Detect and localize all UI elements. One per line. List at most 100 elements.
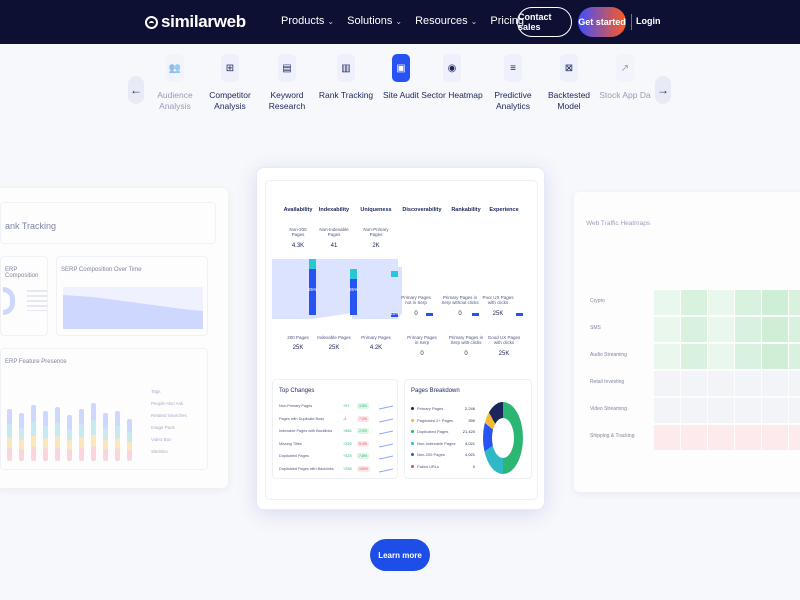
login-link[interactable]: Login (636, 16, 661, 26)
heatmap-cell (762, 371, 788, 396)
heatmap-cell (681, 398, 707, 423)
sparkline-icon (379, 428, 393, 435)
feature-bar (103, 413, 108, 461)
menu-label: Resources (415, 15, 468, 27)
nav-divider (631, 14, 632, 30)
heatmap-cell (789, 317, 800, 342)
breakdown-name: Duplicated Pages (417, 429, 449, 434)
feature-tag: Tags (151, 389, 161, 394)
heatmap-cell (789, 425, 800, 450)
breakdown-name: Failed URLs (417, 463, 440, 469)
audit-bottom-label: Primary Pages in Serp (407, 335, 437, 346)
heatmap-cell (681, 371, 707, 396)
heatmap-cell (735, 290, 761, 315)
serp-composition-title: ERP Composition (5, 267, 39, 279)
tool-tab-8[interactable]: ↗ Stock App Da (590, 50, 660, 101)
model-icon: ⊠ (560, 54, 578, 82)
audit-column-header: Indexability (318, 207, 350, 213)
logo-text: similarweb (161, 12, 246, 31)
breakdown-dot (411, 441, 414, 445)
audit-bottom-label: Indexable Pages (317, 335, 351, 340)
audit-bottom-label: Primary Pages (361, 335, 391, 340)
breakdown-dot (411, 453, 414, 456)
heatmap-title: Web Traffic Heatmaps (586, 220, 651, 227)
heatmap-row-label: Shipping & Tracking (590, 433, 635, 439)
feature-tag: People Also Ask (151, 401, 184, 406)
audit-bottom-value: 4.2K (369, 345, 383, 351)
audit-bottom-value: 25K (292, 345, 304, 351)
top-change-name: Duplicated Pages with Backlinks (279, 466, 334, 471)
breakdown-value: 0 (472, 463, 475, 469)
feature-tag: Video Box (151, 437, 172, 442)
site-audit-preview: Availability Indexability Uniqueness Discov… (256, 167, 545, 510)
heatmap-cell (681, 425, 707, 450)
audit-mid-value: 25K (492, 311, 504, 317)
breakdown-value: 21,420 (462, 429, 475, 434)
tool-label: Site Audit (383, 90, 419, 100)
get-started-button[interactable]: Get started (578, 7, 626, 37)
heatmap-cell (708, 317, 734, 342)
audit-bottom-value: 25K (328, 345, 340, 351)
top-change-delta: +325 (343, 454, 352, 458)
feature-bar (43, 411, 48, 461)
heatmap-cell (762, 317, 788, 342)
heatmap-cell (735, 425, 761, 450)
tool-label: Sector Heatmap (421, 90, 483, 100)
feature-bar (7, 409, 12, 461)
top-change-badge: 100% (357, 465, 370, 472)
menu-item-resources[interactable]: Resources ⌄ (415, 15, 477, 27)
rank-tracking-title: ank Tracking (5, 221, 57, 231)
top-change-delta: -4 (343, 416, 347, 421)
heatmap-row-label: Retail Investing (590, 379, 625, 385)
heatmap-cell (654, 398, 680, 423)
funnel-bar-label: 85% (348, 287, 358, 292)
rank-tracking-preview: ank Tracking ERP Composition SERP Compos… (0, 188, 228, 488)
heatmap-cell (735, 371, 761, 396)
tool-tab-5[interactable]: ◉ Sector Heatmap (417, 50, 487, 101)
audit-top-label: Non-Indexable Pages (319, 227, 349, 238)
breakdown-value: 4,021 (464, 440, 475, 446)
tool-carousel: 👥 Audience Analysis ⊞ Competitor Analysis ▤ K… (148, 50, 653, 120)
tool-label: Competitor Analysis (209, 90, 251, 111)
heatmap-row-label: Video Streaming (590, 406, 627, 412)
people-icon: 👥 (166, 54, 184, 82)
similarweb-logo[interactable]: similarweb (145, 12, 246, 32)
top-change-delta: +684 (343, 429, 352, 433)
heatmap-cell (735, 344, 761, 369)
sparkline-icon (379, 416, 393, 422)
heatmap-cell (681, 317, 707, 342)
heatmap-cell (789, 371, 800, 396)
top-change-delta: +326 (343, 441, 352, 446)
heatmap-cell (762, 425, 788, 450)
contact-sales-button[interactable]: Contact sales (517, 7, 572, 37)
heatmap-cell (735, 317, 761, 342)
heatmap-cell (654, 317, 680, 342)
feature-bar (19, 413, 24, 461)
heatmap-preview: Web Traffic Heatmaps Crypto SMS Audio Stre… (574, 192, 800, 492)
serp-over-time-title: SERP Composition Over Time (61, 267, 142, 273)
audit-mid-label: Poor UX Pages with clicks (482, 295, 514, 306)
tool-label: Keyword Research (268, 90, 306, 111)
heatmap-cell (708, 290, 734, 315)
audit-top-label: Non-200 Pages (289, 227, 307, 238)
menu-item-solutions[interactable]: Solutions ⌄ (347, 15, 402, 27)
top-change-name: Duplicated Pages (279, 454, 309, 458)
breakdown-dot (411, 464, 414, 468)
carousel-next-button[interactable]: → (655, 76, 671, 104)
top-nav: similarweb Products ⌄ Solutions ⌄ Resources ⌄… (0, 0, 800, 44)
heatmap-cell (654, 290, 680, 315)
top-change-delta: +256 (343, 466, 352, 471)
top-change-badge: 7.8% (357, 453, 369, 459)
breakdown-dot (411, 430, 414, 433)
heatmap-cell (654, 425, 680, 450)
breakdown-value: 4,021 (464, 452, 475, 457)
top-change-name: Missing Titles (279, 441, 302, 446)
heatmap-cell (681, 290, 707, 315)
learn-more-button[interactable]: Learn more (370, 539, 430, 571)
menu-label: Solutions (347, 15, 393, 27)
audit-icon: ▣ (392, 54, 410, 82)
menu-item-products[interactable]: Products ⌄ (281, 15, 334, 27)
audit-top-value: 4.3K (291, 243, 305, 249)
similarweb-logo-icon (145, 15, 158, 29)
heatmap-cell (708, 371, 734, 396)
